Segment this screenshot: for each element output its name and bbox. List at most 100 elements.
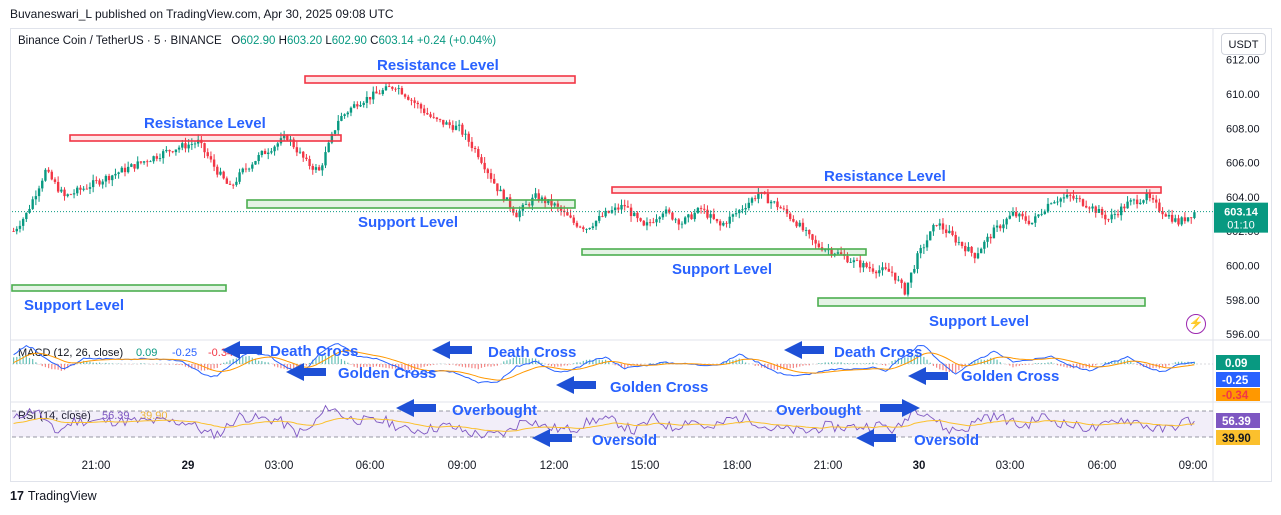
- candle-body: [435, 117, 439, 120]
- candle-body: [709, 214, 712, 218]
- candle-body: [324, 152, 327, 166]
- candle-body: [683, 217, 687, 224]
- candle-body: [387, 86, 391, 88]
- candle-body: [1056, 201, 1059, 203]
- candle-body: [1053, 202, 1056, 204]
- oversold-label: Oversold: [914, 432, 979, 449]
- candle-body: [302, 151, 305, 158]
- candle-body: [473, 147, 477, 150]
- candle-body: [1011, 211, 1015, 216]
- candle-body: [687, 214, 690, 218]
- candle-body: [448, 122, 451, 126]
- candle-body: [457, 124, 461, 126]
- candle-body: [1097, 209, 1101, 213]
- candle-body: [31, 199, 34, 209]
- candle-body: [992, 227, 996, 239]
- candle-body: [407, 96, 410, 100]
- candle-body: [690, 214, 693, 220]
- footer-brand[interactable]: 17 TradingView: [10, 489, 97, 503]
- candle-body: [951, 230, 954, 236]
- death-cross-arrow-icon: [432, 341, 472, 359]
- candle-body: [66, 194, 69, 197]
- candle-body: [1059, 198, 1062, 202]
- candle-body: [403, 94, 407, 97]
- candle-body: [461, 124, 464, 135]
- candle-body: [680, 223, 684, 225]
- candle-body: [1116, 214, 1120, 216]
- golden-cross-label: Golden Cross: [961, 368, 1059, 385]
- candle-body: [782, 208, 786, 210]
- candle-body: [499, 189, 502, 192]
- candle-body: [913, 268, 916, 273]
- candle-body: [422, 108, 426, 114]
- candle-body: [1142, 200, 1145, 203]
- candle-body: [620, 204, 623, 210]
- candle-body: [496, 183, 499, 192]
- candle-body: [63, 189, 66, 197]
- candle-body: [878, 270, 881, 274]
- candle-body: [712, 214, 715, 219]
- support-level-label: Support Level: [24, 297, 124, 314]
- time-tick-label: 21:00: [814, 460, 843, 472]
- candle-body: [779, 207, 782, 209]
- candle-body: [438, 119, 442, 120]
- candle-body: [1155, 199, 1158, 203]
- candle-body: [98, 180, 101, 185]
- candle-body: [874, 271, 878, 274]
- support-level-box: [11, 284, 227, 292]
- candle-body: [155, 156, 159, 159]
- candle-body: [1065, 194, 1069, 198]
- chart-canvas[interactable]: 612.00610.00608.00606.00604.00602.00600.…: [0, 0, 1281, 515]
- candle-body: [706, 209, 709, 218]
- candle-body: [1167, 214, 1171, 217]
- candle-body: [34, 196, 38, 200]
- candle-body: [238, 172, 241, 182]
- candle-body: [967, 246, 970, 252]
- candle-body: [419, 104, 423, 109]
- candle-body: [948, 230, 951, 234]
- candle-body: [174, 149, 178, 153]
- support-level-label: Support Level: [358, 214, 458, 231]
- candle-body: [1148, 193, 1152, 198]
- candle-body: [1151, 197, 1155, 200]
- candle-body: [871, 268, 875, 272]
- candle-body: [260, 150, 264, 156]
- candle-body: [642, 220, 645, 226]
- candle-body: [445, 122, 448, 125]
- candle-body: [734, 213, 738, 215]
- candle-body: [636, 212, 639, 219]
- price-tick-label: 608.00: [1226, 123, 1260, 135]
- candle-body: [999, 225, 1002, 229]
- support-level-label: Support Level: [929, 313, 1029, 330]
- price-tick-label: 606.00: [1226, 158, 1260, 170]
- candle-body: [1040, 213, 1043, 215]
- candle-body: [477, 149, 480, 158]
- candle-body: [314, 167, 318, 170]
- candle-body: [795, 221, 798, 227]
- macd-value: 0.09: [136, 347, 157, 359]
- candle-body: [136, 161, 139, 169]
- candle-body: [1037, 214, 1040, 217]
- brand-label: TradingView: [27, 489, 97, 503]
- candle-body: [744, 207, 747, 210]
- candle-body: [1072, 195, 1075, 199]
- candle-body: [757, 193, 760, 199]
- candle-body: [1110, 214, 1113, 220]
- candle-body: [929, 231, 932, 241]
- candle-body: [1104, 214, 1107, 220]
- candle-body: [677, 219, 680, 225]
- candle-body: [152, 156, 155, 162]
- candle-body: [56, 181, 60, 192]
- tradingview-logo-icon: 17: [10, 489, 24, 503]
- candle-body: [773, 201, 776, 203]
- candle-body: [222, 171, 225, 179]
- candle-body: [298, 151, 302, 153]
- candle-body: [470, 141, 474, 148]
- candle-body: [295, 147, 299, 153]
- candle-body: [133, 164, 136, 169]
- candle-body: [454, 125, 458, 130]
- candle-body: [337, 120, 340, 131]
- candle-body: [321, 165, 324, 171]
- candle-body: [1078, 198, 1082, 200]
- candle-body: [254, 161, 257, 165]
